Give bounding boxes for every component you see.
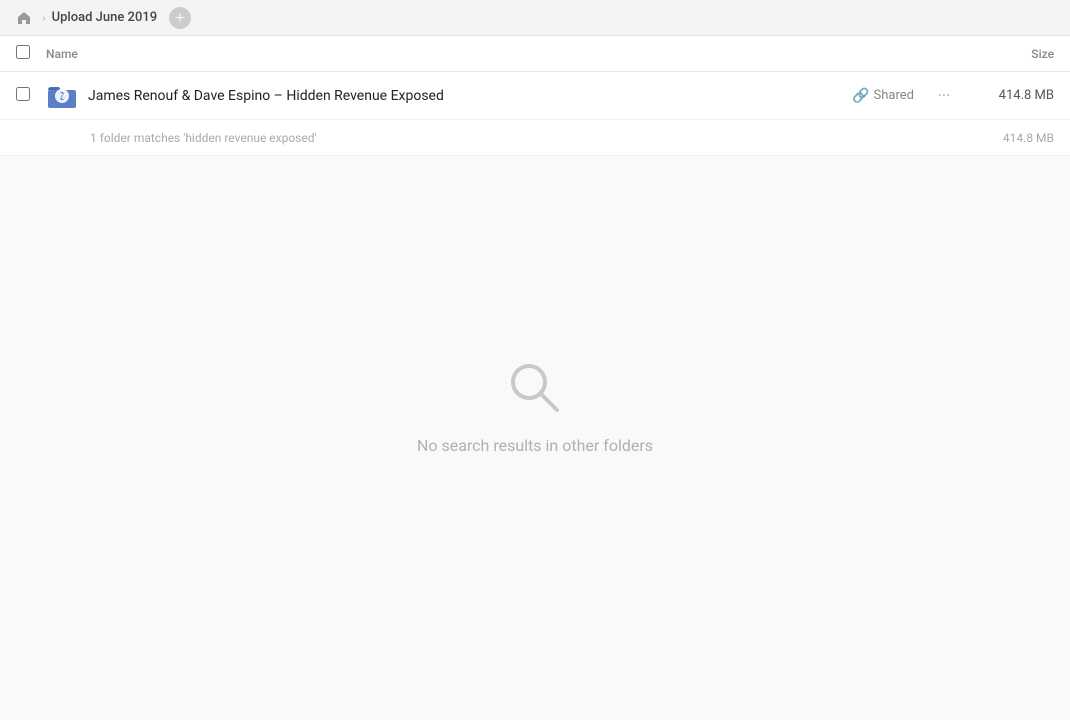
folder-icon-svg	[46, 80, 78, 112]
row-checkbox-col	[16, 86, 46, 105]
breadcrumb-separator: ›	[42, 11, 46, 25]
file-row[interactable]: James Renouf & Dave Espino – Hidden Reve…	[0, 72, 1070, 120]
empty-state-message: No search results in other folders	[417, 436, 653, 455]
breadcrumb-bar: › Upload June 2019 +	[0, 0, 1070, 36]
link-icon: 🔗	[852, 88, 869, 104]
header-checkbox-col	[16, 44, 46, 63]
home-icon	[16, 10, 32, 26]
breadcrumb-folder-name: Upload June 2019	[52, 10, 158, 25]
match-row: 1 folder matches 'hidden revenue exposed…	[0, 120, 1070, 156]
row-checkbox[interactable]	[16, 87, 30, 101]
file-size: 414.8 MB	[974, 88, 1054, 103]
more-options-button[interactable]: ···	[930, 82, 958, 110]
match-size: 414.8 MB	[974, 131, 1054, 145]
folder-icon	[46, 80, 78, 112]
table-header: Name Size	[0, 36, 1070, 72]
select-all-checkbox[interactable]	[16, 45, 30, 59]
column-header-size: Size	[954, 47, 1054, 61]
shared-label: Shared	[874, 88, 914, 103]
file-name: James Renouf & Dave Espino – Hidden Reve…	[88, 88, 852, 104]
no-results-search-icon	[503, 356, 567, 420]
match-text: 1 folder matches 'hidden revenue exposed…	[90, 131, 974, 145]
shared-badge: 🔗 Shared	[852, 88, 914, 104]
empty-state: No search results in other folders	[0, 356, 1070, 455]
add-button[interactable]: +	[169, 7, 191, 29]
home-button[interactable]	[12, 6, 36, 30]
column-header-name: Name	[46, 47, 954, 61]
